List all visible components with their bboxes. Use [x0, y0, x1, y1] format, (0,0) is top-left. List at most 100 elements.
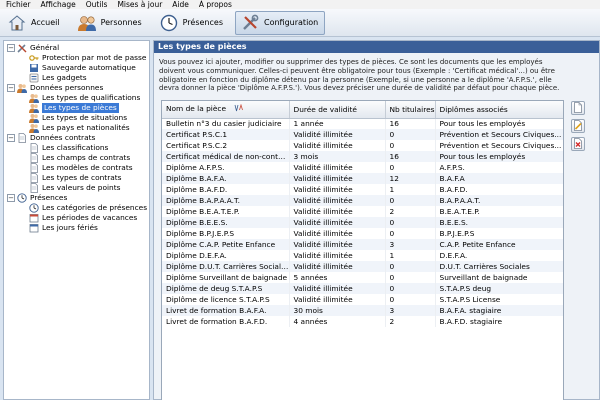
tree-node-presences[interactable]: − Présences	[4, 193, 149, 203]
tree-item-gadgets[interactable]: Les gadgets	[4, 73, 149, 83]
tree-item-types-situations[interactable]: Les types de situations	[4, 113, 149, 123]
tree-item-periodes-vacances[interactable]: Les périodes de vacances	[4, 213, 149, 223]
key-icon	[29, 53, 39, 63]
tree-item-label: Sauvegarde automatique	[42, 63, 136, 72]
cell-diplomes: B.A.F.D. stagiaire	[435, 316, 563, 327]
table-row[interactable]: Livret de formation B.A.F.D. 4 années 2 B.A…	[162, 316, 563, 327]
configuration-button[interactable]: Configuration	[235, 10, 326, 35]
table-row[interactable]: Diplôme de licence S.T.A.P.S Validité ill…	[162, 294, 563, 305]
menu-mises-a-jour[interactable]: Mises à jour	[117, 0, 162, 9]
cell-diplomes: A.F.P.S.	[435, 162, 563, 173]
table-row[interactable]: Diplôme B.E.A.T.E.P. Validité illimitée 2 B…	[162, 206, 563, 217]
tools-icon	[17, 43, 27, 53]
people-icon	[29, 113, 39, 123]
table-row[interactable]: Diplôme de deug S.T.A.P.S Validité illimi…	[162, 283, 563, 294]
delete-piece-button[interactable]	[571, 137, 585, 151]
collapse-icon[interactable]: −	[7, 84, 15, 92]
cell-diplomes: Pour tous les employés	[435, 118, 563, 129]
cell-diplomes: S.T.A.P.S deug	[435, 283, 563, 294]
table-row[interactable]: Certificat médical de non-contagi... 3 mo…	[162, 151, 563, 162]
add-piece-button[interactable]	[571, 101, 585, 115]
tree-item-champs-contrats[interactable]: Les champs de contrats	[4, 153, 149, 163]
column-header-diplomes[interactable]: Diplômes associés	[435, 101, 563, 119]
cell-duree: Validité illimitée	[289, 250, 386, 261]
tree-item-pays-nationalites[interactable]: Les pays et nationalités	[4, 123, 149, 133]
tree-item-categories-presences[interactable]: Les catégories de présences	[4, 203, 149, 213]
collapse-icon[interactable]: −	[7, 134, 15, 142]
home-icon	[7, 13, 27, 33]
cell-nb: 0	[385, 261, 436, 272]
cell-nom: Livret de formation B.A.F.D.	[162, 316, 290, 327]
table-row[interactable]: Diplôme B.A.P.A.A.T. Validité illimitée 0 B…	[162, 195, 563, 206]
column-label: Durée de validité	[293, 104, 357, 114]
tree-item-valeurs-points[interactable]: Les valeurs de points	[4, 183, 149, 193]
table-row[interactable]: Diplôme Surveillant de baignade 5 années 0…	[162, 272, 563, 283]
tree-item-types-contrats[interactable]: Les types de contrats	[4, 173, 149, 183]
accueil-button[interactable]: Accueil	[2, 11, 67, 35]
cell-nom: Diplôme D.E.F.A.	[162, 250, 290, 261]
tree-item-label: Les types de situations	[42, 113, 128, 122]
people-icon	[77, 13, 97, 33]
tree-item-types-qualifications[interactable]: Les types de qualifications	[4, 93, 149, 103]
cell-diplomes: C.A.P. Petite Enfance	[435, 239, 563, 250]
people-icon	[29, 123, 39, 133]
menu-fichier[interactable]: Fichier	[6, 0, 31, 9]
page-title: Les types de pièces	[154, 41, 599, 53]
menu-aide[interactable]: Aide	[172, 0, 189, 9]
table-row[interactable]: Diplôme A.F.P.S. Validité illimitée 0 A.F.P…	[162, 162, 563, 173]
table-row[interactable]: Diplôme B.P.J.E.P.S Validité illimitée 0 B.…	[162, 228, 563, 239]
menu-outils[interactable]: Outils	[86, 0, 108, 9]
cell-diplomes: B.A.F.D.	[435, 184, 563, 195]
cell-diplomes: B.A.F.A. stagiaire	[435, 305, 563, 316]
tree-item-label: Les types de contrats	[42, 173, 122, 182]
table-row[interactable]: Diplôme D.U.T. Carrières Sociales Validit…	[162, 261, 563, 272]
cell-nom: Bulletin n°3 du casier judiciaire	[162, 118, 290, 129]
edit-piece-button[interactable]	[571, 119, 585, 133]
table-row[interactable]: Diplôme B.E.E.S. Validité illimitée 0 B.E.E…	[162, 217, 563, 228]
personnes-button[interactable]: Personnes	[72, 11, 149, 35]
cell-nom: Diplôme D.U.T. Carrières Sociales	[162, 261, 290, 272]
column-header-nom[interactable]: Nom de la pièce	[162, 101, 290, 119]
table-row[interactable]: Certificat P.S.C.1 Validité illimitée 0 Pré…	[162, 129, 563, 140]
cell-duree: Validité illimitée	[289, 283, 386, 294]
table-row[interactable]: Diplôme D.E.F.A. Validité illimitée 1 D.E.F…	[162, 250, 563, 261]
cell-nom: Diplôme Surveillant de baignade	[162, 272, 290, 283]
tree-item-sauvegarde[interactable]: Sauvegarde automatique	[4, 63, 149, 73]
column-label: Diplômes associés	[439, 104, 508, 114]
cell-diplomes: Prévention et Secours Civiques...	[435, 140, 563, 151]
save-icon	[29, 63, 39, 73]
collapse-icon[interactable]: −	[7, 44, 15, 52]
tree-item-classifications[interactable]: Les classifications	[4, 143, 149, 153]
people-icon	[29, 103, 39, 113]
table-row[interactable]: Diplôme C.A.P. Petite Enfance Validité il…	[162, 239, 563, 250]
tree-item-types-pieces[interactable]: Les types de pièces	[4, 103, 149, 113]
column-header-duree[interactable]: Durée de validité	[289, 101, 386, 119]
table-row[interactable]: Certificat P.S.C.2 Validité illimitée 0 Pré…	[162, 140, 563, 151]
cell-duree: Validité illimitée	[289, 228, 386, 239]
cell-nb: 1	[385, 184, 436, 195]
tree-item-label: Les classifications	[42, 143, 109, 152]
presences-button[interactable]: Présences	[154, 11, 230, 35]
tree-item-jours-feries[interactable]: Les jours fériés	[4, 223, 149, 233]
table-row[interactable]: Livret de formation B.A.F.A. 30 mois 3 B.A.…	[162, 305, 563, 316]
tree-item-label: Les pays et nationalités	[42, 123, 130, 132]
table-row[interactable]: Bulletin n°3 du casier judiciaire 1 année…	[162, 118, 563, 129]
column-header-nb-titulaires[interactable]: Nb titulaires	[385, 101, 436, 119]
cell-duree: Validité illimitée	[289, 294, 386, 305]
tree-item-label: Les valeurs de points	[42, 183, 121, 192]
cell-nom: Diplôme de deug S.T.A.P.S	[162, 283, 290, 294]
accueil-label: Accueil	[31, 18, 60, 27]
tree-item-protection[interactable]: Protection par mot de passe	[4, 53, 149, 63]
tree-node-donnees-personnes[interactable]: − Données personnes	[4, 83, 149, 93]
tree-node-donnees-contrats[interactable]: − Données contrats	[4, 133, 149, 143]
table-row[interactable]: Diplôme B.A.F.D. Validité illimitée 1 B.A.F…	[162, 184, 563, 195]
tree-item-modeles-contrats[interactable]: Les modèles de contrats	[4, 163, 149, 173]
collapse-icon[interactable]: −	[7, 194, 15, 202]
tree-node-general[interactable]: − Général	[4, 43, 149, 53]
table-row[interactable]: Diplôme B.A.F.A. Validité illimitée 12 B.A.…	[162, 173, 563, 184]
people-icon	[17, 83, 27, 93]
menu-a-propos[interactable]: À propos	[199, 0, 232, 9]
cell-duree: Validité illimitée	[289, 206, 386, 217]
menu-affichage[interactable]: Affichage	[41, 0, 76, 9]
cell-nb: 16	[385, 118, 436, 129]
